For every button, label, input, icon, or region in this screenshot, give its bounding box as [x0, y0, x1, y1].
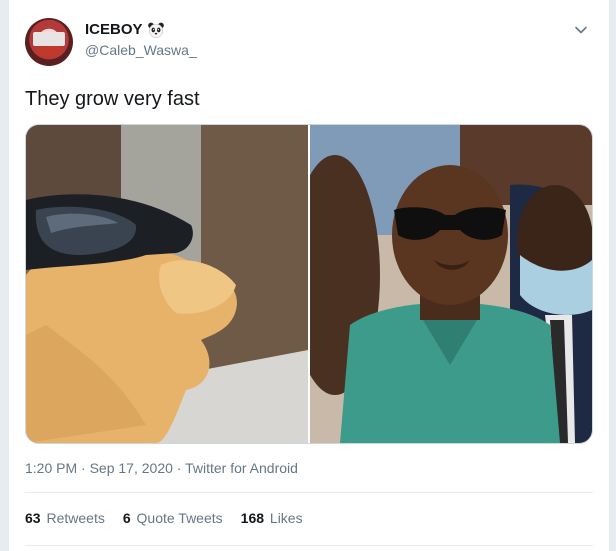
- avatar[interactable]: [25, 18, 73, 66]
- avatar-detail: [37, 46, 61, 56]
- tweet-meta: 1:20 PM · Sep 17, 2020 · Twitter for And…: [25, 459, 298, 477]
- quote-tweets-label: Quote Tweets: [136, 510, 223, 526]
- retweets-stat-link[interactable]: 63 Retweets: [25, 508, 105, 528]
- author-block: ICEBOY @Caleb_Waswa_: [85, 20, 197, 60]
- chicken-photo-image: [26, 125, 308, 443]
- chevron-down-icon: [575, 26, 587, 34]
- avatar-detail: [33, 32, 65, 46]
- author-display-name: ICEBOY: [85, 21, 143, 38]
- retweets-count: 63: [25, 510, 41, 526]
- likes-stat-link[interactable]: 168 Likes: [241, 508, 303, 528]
- divider: [25, 492, 593, 493]
- divider: [25, 545, 593, 546]
- quote-tweets-count: 6: [122, 510, 131, 526]
- more-options-button[interactable]: [567, 16, 595, 44]
- quote-tweets-stat-link[interactable]: 6 Quote Tweets: [123, 508, 223, 528]
- chicken-with-sunglasses-photo[interactable]: [26, 125, 308, 443]
- tweet-header: ICEBOY @Caleb_Waswa_: [23, 16, 595, 68]
- tweet-source[interactable]: Twitter for Android: [185, 460, 298, 476]
- retweets-label: Retweets: [46, 510, 105, 526]
- author-handle[interactable]: @Caleb_Waswa_: [85, 40, 197, 60]
- author-display-name-link[interactable]: ICEBOY: [85, 20, 165, 40]
- tweet-text: They grow very fast: [25, 88, 200, 110]
- panda-icon: [147, 22, 164, 38]
- tweet-stats: 63 Retweets 6 Quote Tweets 168 Likes: [25, 508, 303, 528]
- tweet-time[interactable]: 1:20 PM: [25, 460, 77, 476]
- tweet-media[interactable]: [25, 124, 593, 444]
- likes-label: Likes: [269, 510, 303, 526]
- man-photo-image: [310, 125, 592, 443]
- tweet-date[interactable]: Sep 17, 2020: [90, 460, 173, 476]
- likes-count: 168: [240, 510, 265, 526]
- tweet-card: ICEBOY @Caleb_Waswa_ They grow very fast…: [8, 0, 610, 551]
- meta-separator: ·: [172, 460, 186, 476]
- man-with-sunglasses-photo[interactable]: [310, 125, 592, 443]
- meta-separator: ·: [77, 460, 90, 476]
